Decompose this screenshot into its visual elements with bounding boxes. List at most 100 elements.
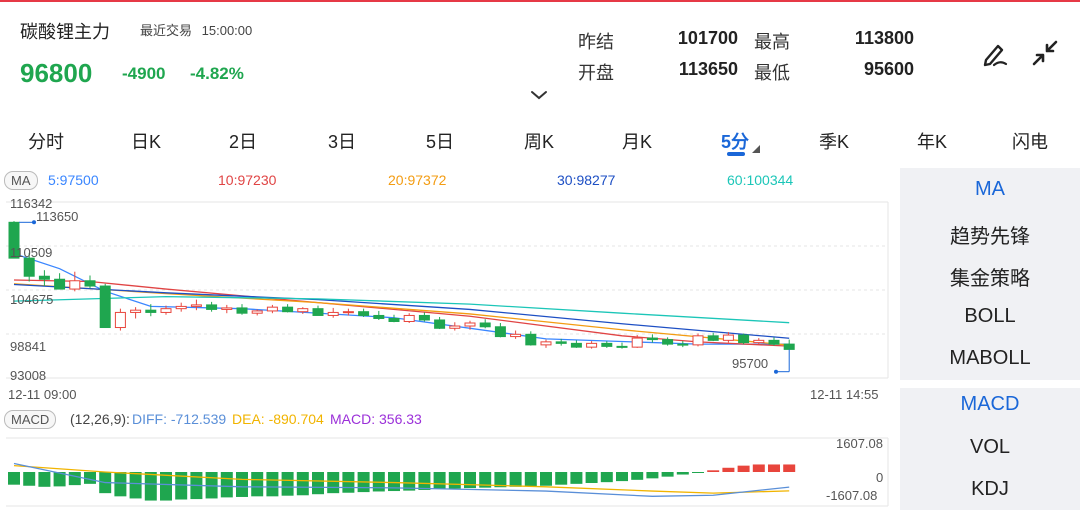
candle-down: [358, 311, 370, 316]
candle-up: [69, 280, 81, 290]
candle-up: [722, 334, 734, 341]
price-grid: [6, 201, 889, 379]
macd-bar-negative: [570, 472, 583, 484]
macd-bar-positive: [752, 464, 765, 472]
macd-value-legend: MACD: 356.33: [330, 411, 422, 427]
macd-params: (12,26,9):: [70, 411, 130, 427]
candle-up: [175, 305, 187, 310]
macd-bar-positive: [737, 465, 750, 472]
trade-time-value: 15:00:00: [201, 23, 253, 38]
y-label-bottom: 93008: [10, 368, 47, 383]
side-item-trend-pioneer[interactable]: 趋势先锋: [900, 220, 1080, 249]
dropdown-triangle-icon[interactable]: [752, 145, 760, 153]
candle-down: [84, 280, 96, 287]
macd-bar-negative: [8, 472, 20, 485]
pen-icon[interactable]: [980, 38, 1010, 68]
macd-bar-negative: [418, 472, 431, 490]
macd-bar-negative: [342, 472, 355, 493]
macd-bar-negative: [220, 472, 233, 498]
side-item-maboll[interactable]: MABOLL: [900, 347, 1080, 370]
candle-up: [692, 335, 704, 346]
ma-lines: [13, 252, 790, 347]
macd-bar-negative: [296, 472, 309, 496]
side-item-boll[interactable]: BOLL: [900, 305, 1080, 328]
macd-bar-positive: [707, 470, 720, 472]
candle-up: [631, 337, 643, 348]
side-item-macd[interactable]: MACD: [900, 393, 1080, 416]
tab-3day[interactable]: 3日: [328, 128, 356, 154]
high-value: 113800: [854, 28, 914, 48]
candle-up: [297, 308, 309, 313]
tab-5min[interactable]: 5分: [721, 128, 749, 154]
low-mark-dot: [774, 369, 778, 374]
macd-bar-negative: [144, 472, 157, 501]
macd-bar-negative: [616, 472, 628, 482]
macd-bar-negative: [129, 472, 142, 499]
tab-daily[interactable]: 日K: [131, 128, 161, 154]
side-item-fund-strategy[interactable]: 集金策略: [900, 262, 1080, 291]
candle-down: [206, 304, 218, 310]
candlestick-chart[interactable]: [0, 190, 900, 410]
tab-5day[interactable]: 5日: [426, 128, 454, 154]
candle-down: [525, 333, 537, 346]
high-mark-label: 113650: [36, 209, 79, 224]
macd-bar-negative: [266, 472, 279, 497]
ma5-line: [13, 252, 790, 345]
macd-bar-negative: [600, 472, 613, 483]
macd-bar-negative: [114, 472, 127, 497]
tab-yearly[interactable]: 年K: [917, 128, 947, 154]
candle-down: [646, 337, 658, 341]
candle-up: [266, 306, 278, 312]
active-tab-indicator: [727, 152, 745, 156]
macd-bar-negative: [160, 472, 172, 501]
price-change-pct: -4.82%: [190, 64, 244, 83]
candle-down: [38, 275, 50, 280]
candle-down: [662, 339, 674, 345]
prev-settle-label: 昨结: [578, 32, 614, 52]
tab-monthly[interactable]: 月K: [622, 128, 652, 154]
candle-down: [145, 309, 157, 313]
candle-down: [677, 343, 689, 346]
macd-bar-negative: [433, 472, 446, 489]
side-menu-divider: [900, 380, 1080, 388]
macd-bar-negative: [448, 472, 461, 489]
candle-down: [601, 342, 613, 347]
low-mark-label: 95700: [732, 356, 769, 371]
ma-indicator-tag[interactable]: MA: [4, 171, 38, 190]
macd-bar-negative: [38, 472, 51, 487]
candle-up: [403, 314, 415, 322]
low-label: 最低: [754, 63, 790, 83]
tab-quarterly[interactable]: 季K: [819, 128, 849, 154]
macd-bar-negative: [646, 472, 659, 479]
tab-2day[interactable]: 2日: [229, 128, 257, 154]
side-item-ma[interactable]: MA: [900, 178, 1080, 201]
candle-down: [99, 285, 111, 329]
macd-bar-negative: [23, 472, 36, 486]
chevron-down-icon[interactable]: [530, 90, 548, 100]
candle-down: [616, 345, 628, 348]
tab-weekly[interactable]: 周K: [524, 128, 554, 154]
macd-bar-negative: [631, 472, 644, 480]
macd-diff-legend: DIFF: -712.539: [132, 411, 227, 427]
price-change: -4900: [122, 64, 166, 83]
candle-up: [160, 308, 172, 313]
tab-flash[interactable]: 闪电: [1012, 128, 1048, 154]
macd-bar-negative: [585, 472, 598, 484]
candle-up: [753, 339, 765, 344]
macd-indicator-tag[interactable]: MACD: [4, 410, 57, 429]
collapse-icon[interactable]: [1030, 38, 1060, 68]
side-item-vol[interactable]: VOL: [900, 436, 1080, 459]
candle-down: [373, 314, 385, 319]
ma20-legend: 20:97372: [388, 172, 447, 188]
side-item-kdj[interactable]: KDJ: [900, 478, 1080, 501]
y-label-2: 110509: [10, 245, 53, 260]
y-label-3: 104675: [10, 292, 54, 307]
candle-up: [251, 310, 263, 314]
macd-axis-bottom: -1607.08: [826, 488, 878, 503]
indicator-side-menu: MA 趋势先锋 集金策略 BOLL MABOLL MACD VOL KDJ: [900, 168, 1080, 510]
macd-chart[interactable]: [0, 432, 900, 510]
candle-up: [510, 333, 522, 338]
candle-down: [282, 306, 294, 313]
tab-intraday[interactable]: 分时: [28, 128, 64, 154]
macd-bar-negative: [540, 472, 552, 486]
